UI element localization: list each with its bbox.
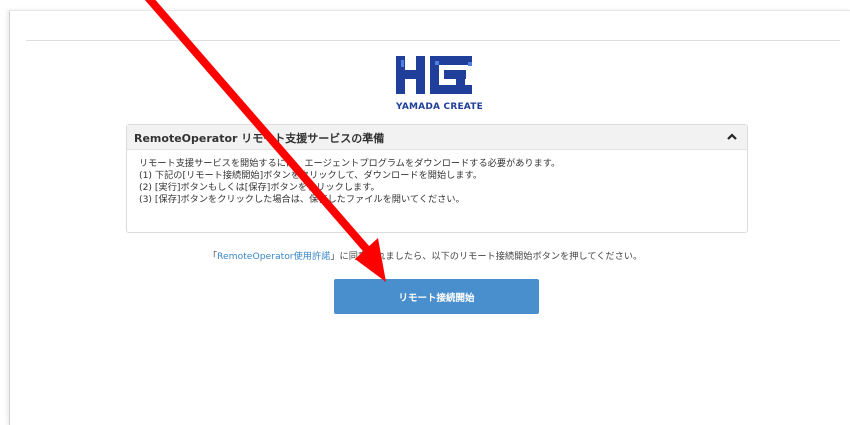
panel-title: RemoteOperator リモート支援サービスの準備 (134, 132, 385, 145)
license-prefix: 「 (207, 251, 218, 262)
panel-body: リモート支援サービスを開始するには、エージェントプログラムをダウンロードする必要… (127, 150, 747, 206)
instruction-step-1: (1) 下記の[リモート接続開始]ボタンをクリックして、ダウンロードを開始します… (139, 170, 483, 181)
chevron-up-icon[interactable] (725, 129, 739, 143)
license-agreement-text: 「RemoteOperator使用許諾」に同意されましたら、以下のリモート接続開… (0, 248, 850, 262)
instruction-step-3: (3) [保存]ボタンをクリックした場合は、保存したファイルを開いてください。 (139, 194, 465, 205)
start-remote-connection-button[interactable]: リモート接続開始 (334, 279, 539, 314)
panel-header[interactable]: RemoteOperator リモート支援サービスの準備 (127, 125, 747, 150)
license-link[interactable]: RemoteOperator使用許諾 (217, 251, 330, 262)
logo-wordmark: YAMADA CREATE (396, 102, 483, 112)
preparation-panel: RemoteOperator リモート支援サービスの準備 リモート支援サービスを… (126, 124, 748, 233)
instruction-intro: リモート支援サービスを開始するには、エージェントプログラムをダウンロードする必要… (139, 158, 561, 169)
license-suffix: 」に同意されましたら、以下のリモート接続開始ボタンを押してください。 (330, 251, 643, 262)
yamada-create-logo: YAMADA CREATE (396, 54, 483, 114)
logo-mark-icon (396, 56, 472, 94)
header-divider (26, 40, 840, 41)
instruction-step-2: (2) [実行]ボタンもしくは[保存]ボタンをクリックします。 (139, 182, 380, 193)
